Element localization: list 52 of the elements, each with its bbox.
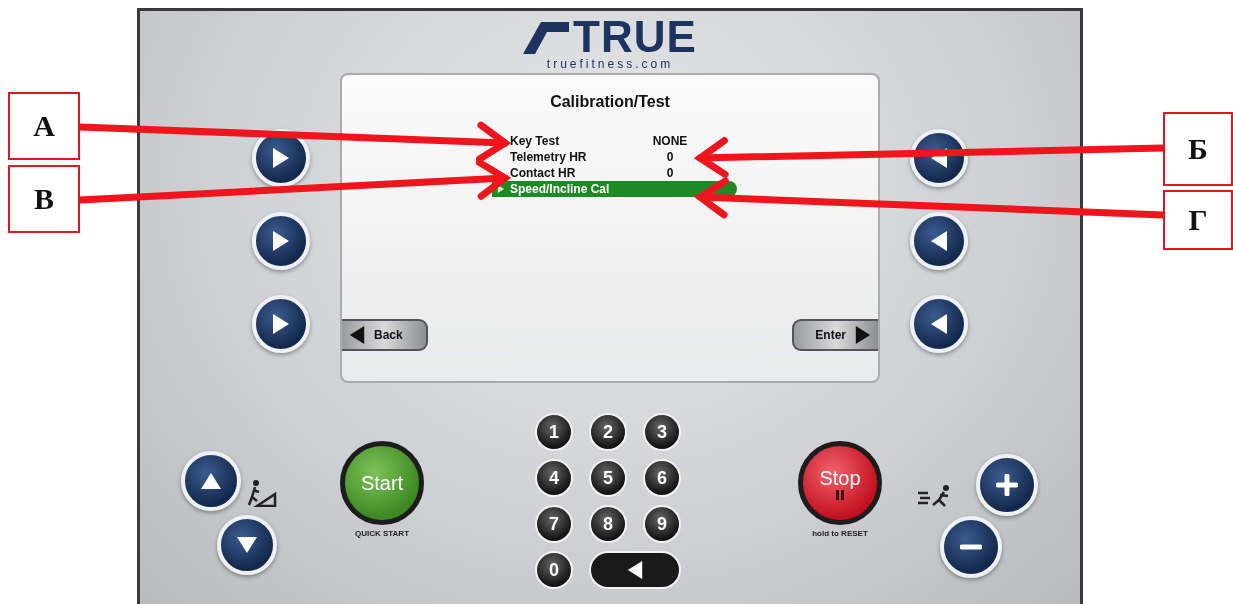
right-triangle-icon	[854, 326, 872, 344]
logo-mark-icon	[523, 20, 570, 54]
website-text: truefitness.com	[546, 57, 674, 71]
number-key[interactable]: 2	[589, 413, 627, 451]
speed-minus-button[interactable]	[940, 516, 1002, 578]
side-button[interactable]	[252, 295, 310, 353]
callout-label: Г	[1163, 190, 1233, 250]
number-key[interactable]: 6	[643, 459, 681, 497]
reset-hint-label: hold to RESET	[811, 529, 869, 538]
pause-icon	[836, 489, 844, 500]
number-key[interactable]: 0	[535, 551, 573, 589]
side-button[interactable]	[910, 295, 968, 353]
left-triangle-icon	[929, 231, 949, 251]
callout-label: А	[8, 92, 80, 160]
right-triangle-icon	[271, 231, 291, 251]
left-triangle-icon	[348, 326, 366, 344]
left-triangle-icon	[929, 314, 949, 334]
number-key[interactable]: 8	[589, 505, 627, 543]
incline-up-button[interactable]	[181, 451, 241, 511]
brand-logo: TRUE	[573, 17, 697, 57]
number-key[interactable]: 9	[643, 505, 681, 543]
number-key[interactable]: 4	[535, 459, 573, 497]
menu-item[interactable]: Speed/Incline Cal	[492, 181, 737, 197]
menu-item[interactable]: Key Test NONE	[492, 133, 737, 149]
right-triangle-icon	[271, 314, 291, 334]
callout-label: Б	[1163, 112, 1233, 186]
number-key[interactable]: 1	[535, 413, 573, 451]
screen-title: Calibration/Test	[549, 93, 671, 111]
quick-start-label: QUICK START	[353, 529, 411, 538]
speed-plus-button[interactable]	[976, 454, 1038, 516]
number-key[interactable]: 5	[589, 459, 627, 497]
number-key[interactable]: 7	[535, 505, 573, 543]
side-button[interactable]	[252, 212, 310, 270]
left-triangle-icon	[626, 561, 644, 579]
down-triangle-icon	[237, 535, 257, 555]
callout-label: В	[8, 165, 80, 233]
stop-button[interactable]: Stop	[798, 441, 882, 525]
number-key[interactable]: 3	[643, 413, 681, 451]
right-triangle-icon	[497, 185, 505, 193]
left-triangle-icon	[929, 148, 949, 168]
minus-icon	[960, 544, 982, 550]
incline-runner-icon	[247, 479, 277, 507]
menu-item[interactable]: Contact HR 0	[492, 165, 737, 181]
menu-item[interactable]: Telemetry HR 0	[492, 149, 737, 165]
right-triangle-icon	[271, 148, 291, 168]
up-triangle-icon	[201, 471, 221, 491]
back-button[interactable]: Back	[342, 319, 428, 351]
incline-down-button[interactable]	[217, 515, 277, 575]
enter-button[interactable]: Enter	[792, 319, 878, 351]
plus-icon	[996, 474, 1018, 496]
side-button[interactable]	[910, 212, 968, 270]
backspace-button[interactable]	[589, 551, 681, 589]
